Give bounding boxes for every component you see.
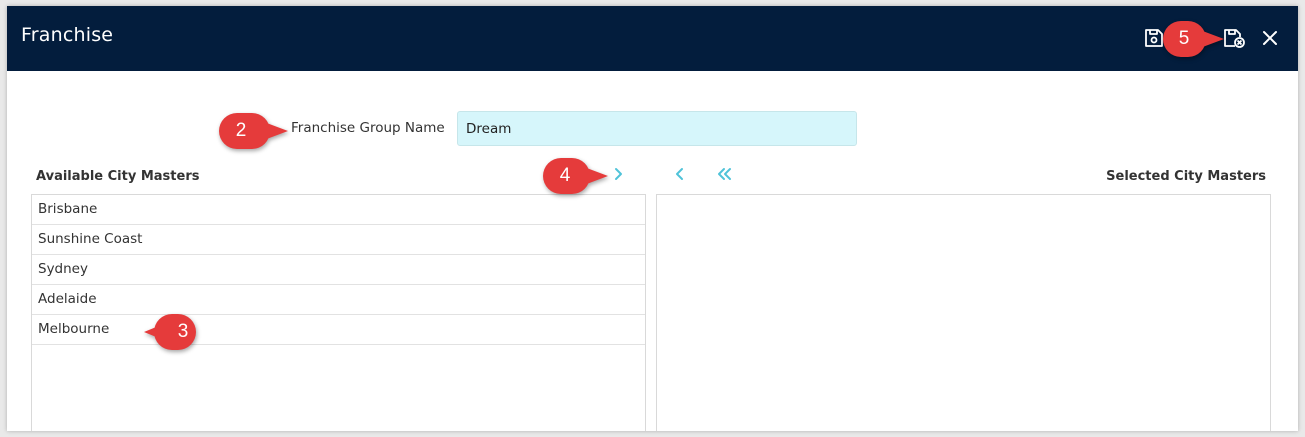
list-item[interactable]: Melbourne (32, 315, 645, 345)
callout-number: 5 (1178, 28, 1190, 49)
franchise-dialog: Franchise Franchise Group Name Available (7, 6, 1298, 431)
available-city-list[interactable]: Brisbane Sunshine Coast Sydney Adelaide … (31, 194, 646, 431)
dialog-title: Franchise (21, 24, 114, 46)
callout-2: 2 (218, 112, 290, 150)
callout-5: 5 (1162, 20, 1226, 58)
available-city-masters-title: Available City Masters (36, 169, 200, 184)
move-left-button[interactable] (667, 162, 693, 186)
selected-city-masters-title: Selected City Masters (1106, 169, 1266, 184)
franchise-group-name-label: Franchise Group Name (291, 120, 445, 136)
list-item[interactable]: Sydney (32, 255, 645, 285)
callout-3: 3 (142, 313, 208, 351)
callout-number: 2 (235, 120, 247, 141)
chevron-right-icon (615, 168, 622, 180)
callout-number: 3 (177, 321, 189, 342)
franchise-group-name-input[interactable] (457, 111, 857, 146)
callout-4: 4 (542, 157, 610, 195)
chevron-left-icon (676, 168, 683, 180)
dialog-header: Franchise (7, 6, 1298, 71)
callout-number: 4 (559, 165, 571, 186)
list-item[interactable]: Adelaide (32, 285, 645, 315)
list-item[interactable]: Sunshine Coast (32, 225, 645, 255)
close-icon[interactable] (1258, 26, 1282, 50)
selected-city-list[interactable] (656, 194, 1271, 431)
move-all-left-button[interactable] (712, 162, 738, 186)
double-chevron-left-icon (718, 168, 731, 180)
list-item[interactable]: Brisbane (32, 195, 645, 225)
